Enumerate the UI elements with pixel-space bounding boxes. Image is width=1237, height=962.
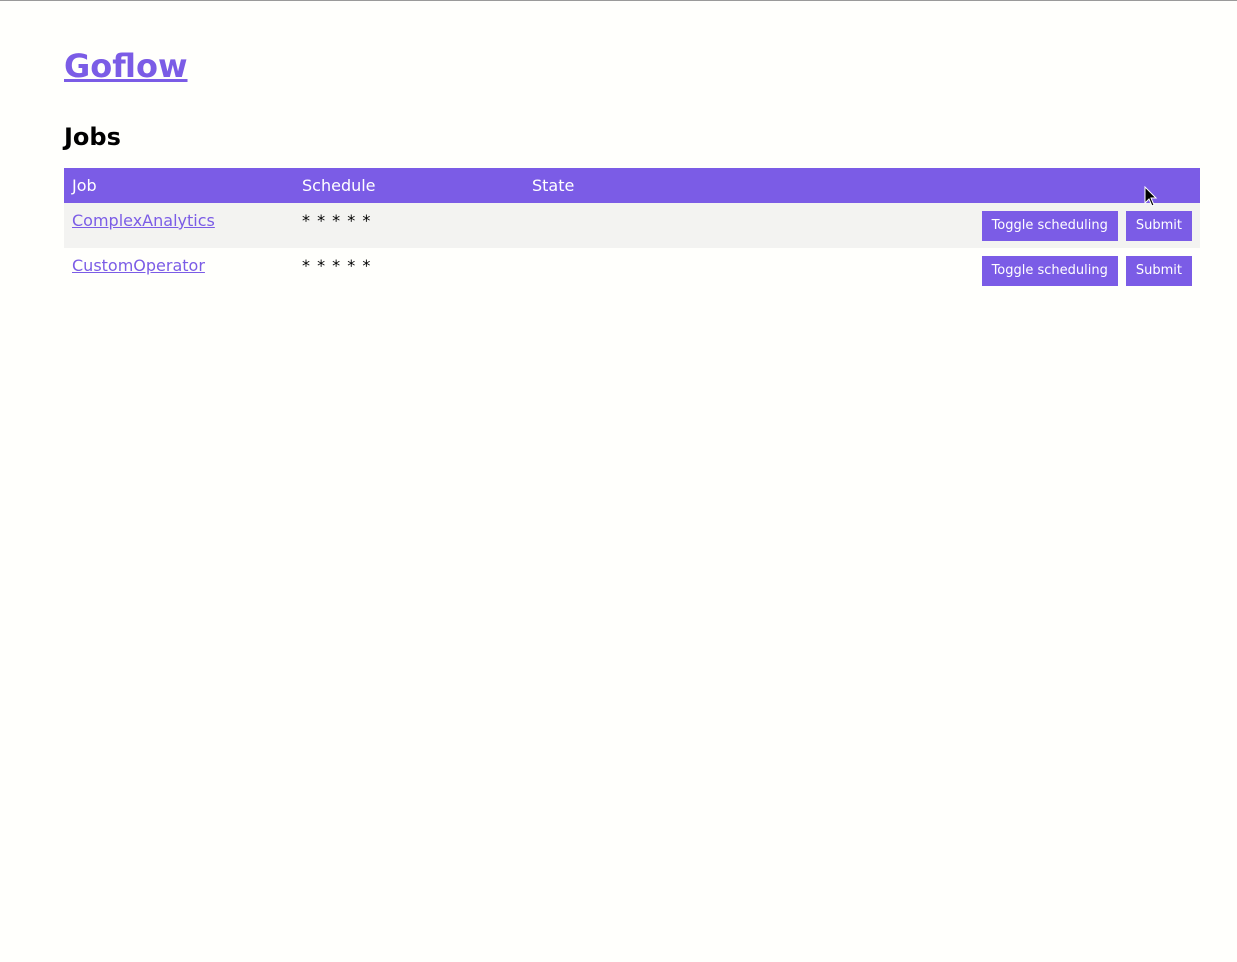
mouse-pointer-icon (1144, 186, 1158, 207)
site-title: Goflow (64, 46, 188, 86)
job-cell: ComplexAnalytics (64, 203, 294, 248)
job-link-complexanalytics[interactable]: ComplexAnalytics (72, 211, 215, 230)
jobs-table-header-row: Job Schedule State (64, 168, 1200, 203)
column-header-job: Job (72, 176, 97, 195)
site-title-link[interactable]: Goflow (64, 47, 188, 85)
jobs-table-header: Job Schedule State (64, 168, 1200, 203)
actions-cell: Toggle scheduling Submit (754, 203, 1200, 248)
toggle-scheduling-button[interactable]: Toggle scheduling (981, 211, 1118, 241)
toggle-scheduling-button[interactable]: Toggle scheduling (981, 256, 1118, 286)
job-cell: CustomOperator (64, 248, 294, 293)
column-header-state: State (532, 176, 575, 195)
submit-button[interactable]: Submit (1125, 256, 1192, 286)
state-cell (524, 248, 754, 293)
top-border (0, 0, 1237, 1)
schedule-cell: * * * * * (302, 256, 372, 275)
column-header-actions (754, 168, 1200, 203)
page-title: Jobs (64, 123, 121, 151)
table-row: CustomOperator * * * * * Toggle scheduli… (64, 248, 1200, 293)
state-cell (524, 203, 754, 248)
job-link-customoperator[interactable]: CustomOperator (72, 256, 205, 275)
actions-cell: Toggle scheduling Submit (754, 248, 1200, 293)
table-row: ComplexAnalytics * * * * * Toggle schedu… (64, 203, 1200, 248)
schedule-cell: * * * * * (302, 211, 372, 230)
column-header-schedule: Schedule (302, 176, 376, 195)
jobs-table-body: ComplexAnalytics * * * * * Toggle schedu… (64, 203, 1200, 293)
jobs-table: Job Schedule State ComplexAnalytics * * … (64, 168, 1200, 293)
submit-button[interactable]: Submit (1125, 211, 1192, 241)
